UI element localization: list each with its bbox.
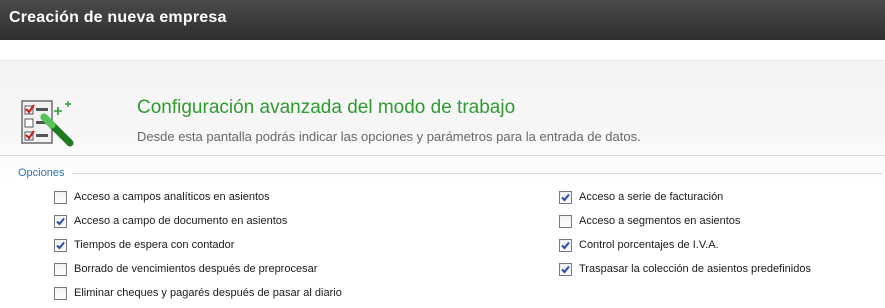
- window-titlebar: Creación de nueva empresa: [0, 0, 885, 41]
- header-panel: Configuración avanzada del modo de traba…: [0, 60, 885, 183]
- checkbox[interactable]: [559, 238, 572, 252]
- option-document-field[interactable]: Acceso a campo de documento en asientos: [54, 213, 287, 229]
- option-label: Traspasar la colección de asientos prede…: [579, 263, 811, 275]
- checkmark-icon: [56, 241, 65, 249]
- wizard-content: Configuración avanzada del modo de traba…: [0, 40, 885, 308]
- checkmark-icon: [561, 241, 570, 249]
- option-segments[interactable]: Acceso a segmentos en asientos: [559, 213, 740, 229]
- option-billing-series[interactable]: Acceso a serie de facturación: [559, 189, 723, 205]
- option-predefined-entries[interactable]: Traspasar la colección de asientos prede…: [559, 261, 811, 277]
- options-group-divider: [72, 173, 882, 174]
- checkbox[interactable]: [559, 190, 572, 204]
- option-vat-control[interactable]: Control porcentajes de I.V.A.: [559, 237, 719, 253]
- window-title: Creación de nueva empresa: [9, 9, 227, 26]
- option-label: Control porcentajes de I.V.A.: [579, 239, 719, 251]
- checkbox[interactable]: [54, 190, 67, 204]
- checkmark-icon: [561, 265, 570, 273]
- options-legend: Opciones: [18, 167, 69, 179]
- option-label: Borrado de vencimientos después de prepr…: [74, 263, 318, 275]
- option-delete-cheques[interactable]: Eliminar cheques y pagarés después de pa…: [54, 285, 342, 301]
- checkbox[interactable]: [54, 286, 67, 300]
- page-subtitle: Desde esta pantalla podrás indicar las o…: [137, 129, 641, 144]
- checkbox[interactable]: [54, 262, 67, 276]
- checkmark-icon: [56, 217, 65, 225]
- option-label: Tiempos de espera con contador: [74, 239, 235, 251]
- option-label: Acceso a serie de facturación: [579, 191, 724, 203]
- option-wait-counter[interactable]: Tiempos de espera con contador: [54, 237, 234, 253]
- checklist-wand-icon: [20, 97, 80, 149]
- checkbox[interactable]: [559, 262, 572, 276]
- option-label: Acceso a segmentos en asientos: [579, 215, 741, 227]
- option-label: Acceso a campos analíticos en asientos: [74, 191, 270, 203]
- header-separator: [0, 155, 885, 156]
- checkbox[interactable]: [559, 214, 572, 228]
- checkbox[interactable]: [54, 238, 67, 252]
- option-delete-due-dates[interactable]: Borrado de vencimientos después de prepr…: [54, 261, 317, 277]
- option-label: Acceso a campo de documento en asientos: [74, 215, 288, 227]
- checkbox[interactable]: [54, 214, 67, 228]
- checkmark-icon: [561, 193, 570, 201]
- option-label: Eliminar cheques y pagarés después de pa…: [74, 287, 342, 299]
- page-title: Configuración avanzada del modo de traba…: [137, 97, 516, 118]
- options-group: Opciones Acceso a campos analíticos en a…: [16, 167, 885, 308]
- option-analytic-fields[interactable]: Acceso a campos analíticos en asientos: [54, 189, 270, 205]
